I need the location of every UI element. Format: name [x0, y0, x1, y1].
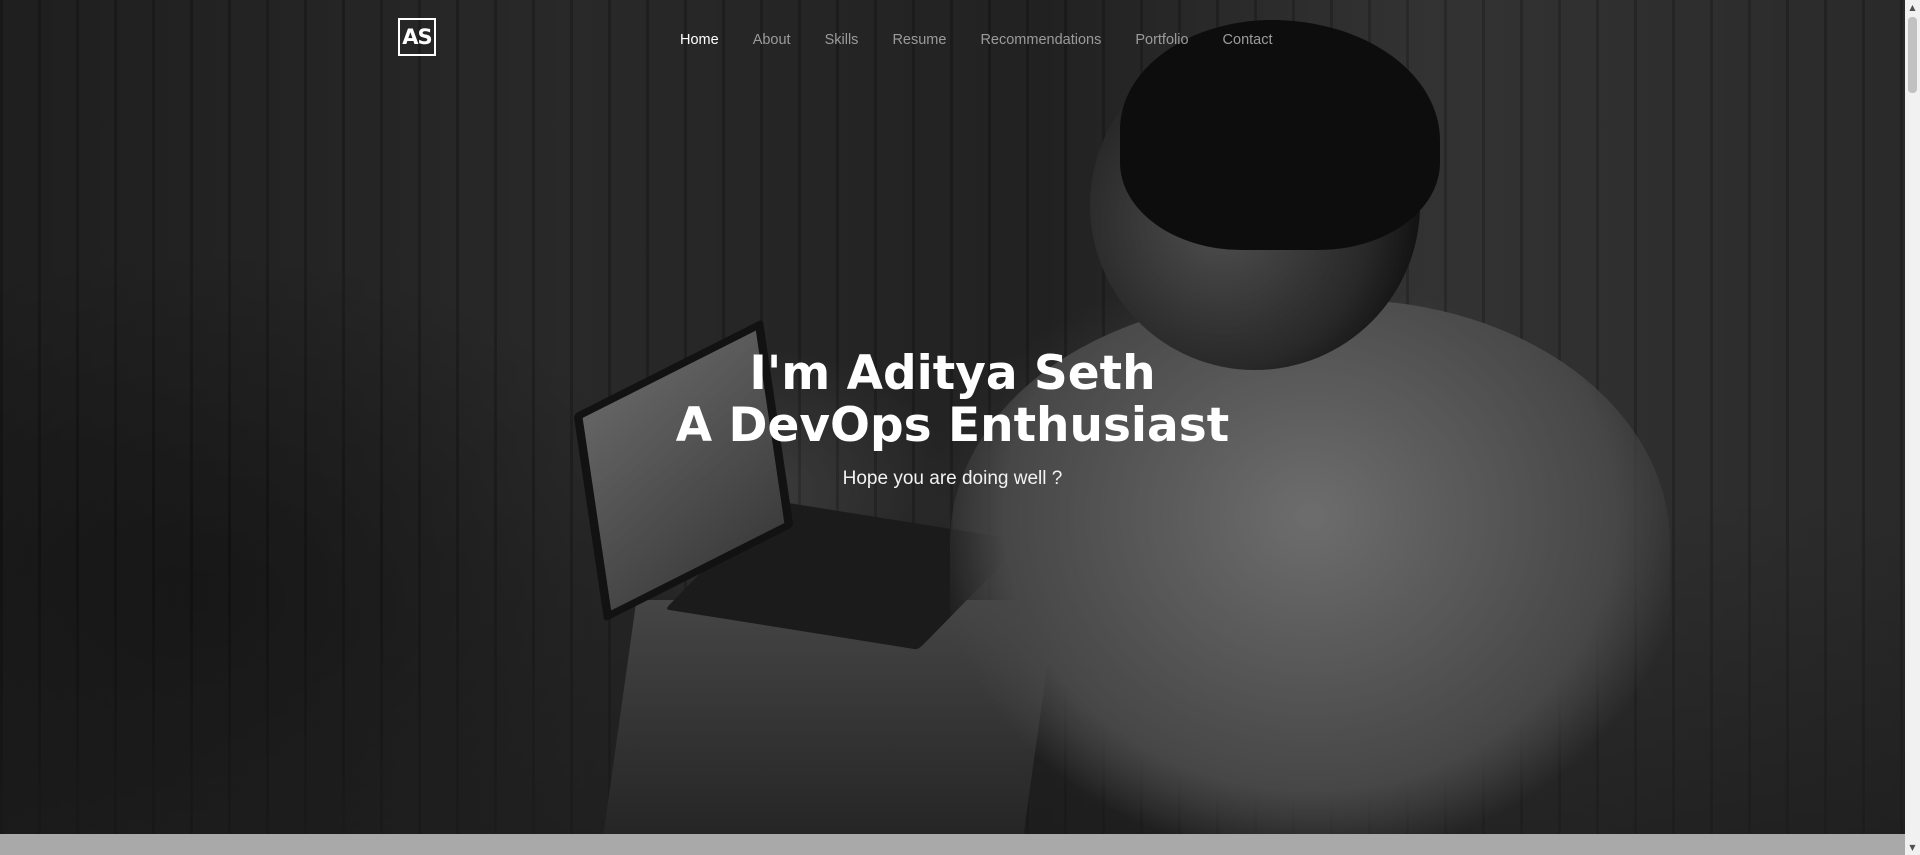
- scroll-down-arrow-icon[interactable]: ▼: [1905, 840, 1920, 855]
- nav-item-recommendations[interactable]: Recommendations: [980, 32, 1101, 48]
- page-viewport: AS Home About Skills Resume Recommendati…: [0, 0, 1905, 834]
- nav-item-skills[interactable]: Skills: [825, 32, 859, 48]
- nav-item-home[interactable]: Home: [680, 32, 719, 48]
- hero-heading-block: I'm Aditya Seth A DevOps Enthusiast Hope…: [0, 348, 1905, 490]
- nav-menu: Home About Skills Resume Recommendations…: [680, 32, 1307, 48]
- nav-item-about[interactable]: About: [753, 32, 791, 48]
- scroll-thumb[interactable]: [1908, 17, 1917, 93]
- hero-title-line1: I'm Aditya Seth: [749, 346, 1156, 401]
- site-logo[interactable]: AS: [398, 18, 436, 56]
- nav-item-resume[interactable]: Resume: [892, 32, 946, 48]
- bottom-strip: [0, 834, 1905, 855]
- scroll-up-arrow-icon[interactable]: ▲: [1905, 0, 1920, 15]
- navbar: AS Home About Skills Resume Recommendati…: [0, 0, 1905, 80]
- hero-title: I'm Aditya Seth A DevOps Enthusiast: [0, 348, 1905, 452]
- hero-title-line2: A DevOps Enthusiast: [675, 398, 1230, 453]
- hero-subtitle: Hope you are doing well ?: [842, 468, 1063, 489]
- nav-item-portfolio[interactable]: Portfolio: [1135, 32, 1188, 48]
- nav-item-contact[interactable]: Contact: [1223, 32, 1273, 48]
- page-scrollbar[interactable]: ▲ ▼: [1905, 0, 1920, 855]
